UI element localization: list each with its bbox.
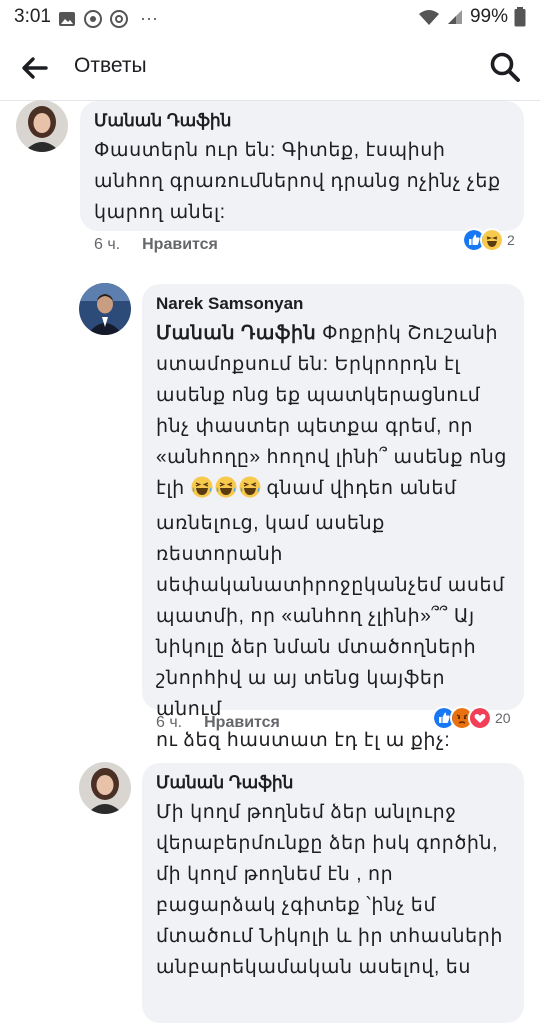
avatar[interactable] <box>16 100 68 152</box>
comment-line: Մի կողմ թողնեմ ձեր անլուրջ <box>156 802 457 823</box>
comment-author[interactable]: Narek Samsonyan <box>156 294 510 314</box>
comment-bubble: Մանան Դաֆին Մի կողմ թողնեմ ձեր անլուրջ վ… <box>142 763 524 1023</box>
reaction-count: 20 <box>495 710 511 726</box>
comment-line: «անհողը» հողով լինի՞ ասենք ոնց <box>156 447 508 468</box>
comment-line: բացարձակ չգիտեք ՝ինչ եմ <box>156 895 437 916</box>
comment-meta: 6 ч. Нравится <box>94 236 218 254</box>
status-bar: 3:01 ··· 99% <box>0 0 540 34</box>
love-reaction-icon <box>468 706 492 730</box>
battery-icon <box>514 7 526 27</box>
comment-line: մի կողմ թողնեմ էն , որ <box>156 864 394 885</box>
like-button[interactable]: Нравится <box>204 714 280 732</box>
app-header: Ответы <box>0 34 540 101</box>
gallery-icon <box>59 11 75 26</box>
signal-icon <box>447 10 462 24</box>
comment-text: Մանան Դաֆին Փոքրիկ Շուշանի ստամոքսում են… <box>156 318 510 756</box>
page-title: Ответы <box>74 54 147 77</box>
comment-time[interactable]: 6 ч. <box>156 714 182 732</box>
comment-time[interactable]: 6 ч. <box>94 236 120 254</box>
laughing-emoji-icon <box>239 476 261 508</box>
chrome-icon <box>110 9 128 28</box>
comment-line: անհող գրառումներով դրանց ոչինչ չեք <box>94 171 501 192</box>
comment-line: ինչ փաստեր պետքա գրեմ, որ <box>156 416 474 437</box>
battery-level: 99% <box>469 6 508 27</box>
comment-line: ասենք ոնց եք պատկերացնում <box>156 385 481 406</box>
comment-line: առնելուց, կամ ասենք <box>156 513 385 534</box>
comment-bubble: Narek Samsonyan Մանան Դաֆին Փոքրիկ Շուշա… <box>142 284 524 751</box>
comment-text: Մի կողմ թողնեմ ձեր անլուրջ վերաբերմունքը… <box>156 797 510 983</box>
status-system-icons: 99% <box>418 6 526 28</box>
comment-line: անբարեկամական ասելով, ես <box>156 957 472 978</box>
comment-line: էլի գնամ վիդեո անեմ <box>156 473 510 508</box>
viber-icon <box>84 9 102 28</box>
comment-line: Փաստերն ուր են: Գիտեք, էսպիսի <box>94 140 446 161</box>
comment-line: նիկոլը ձեր նման մտածողների <box>156 637 477 658</box>
comment-line: վերաբերմունքը ձեր իսկ գործին, <box>156 833 499 854</box>
haha-reaction-icon <box>480 228 504 252</box>
reaction-summary[interactable]: 2 <box>462 228 515 252</box>
avatar[interactable] <box>79 283 131 335</box>
more-notifications-icon: ··· <box>140 8 158 28</box>
comment-line: պատմի, որ «անհող չլինի»՞՞ Այ <box>156 606 475 627</box>
comment-author[interactable]: Մանան Դաֆին <box>156 773 510 793</box>
comment-author[interactable]: Մանան Դաֆին <box>94 111 510 131</box>
laughing-emoji-icon <box>215 476 237 508</box>
status-time: 3:01 <box>14 6 51 27</box>
wifi-icon <box>418 10 439 25</box>
comment-line: ռեստորանի <box>156 544 283 565</box>
comment-line: կարող անել: <box>94 202 226 223</box>
laughing-emoji-icon <box>191 476 213 508</box>
avatar[interactable] <box>79 762 131 814</box>
comment-line: մտածում Նիկոլի և իր տհասների <box>156 926 504 947</box>
like-button[interactable]: Нравится <box>142 236 218 254</box>
comment-line: Մանան Դաֆին Փոքրիկ Շուշանի <box>156 323 499 344</box>
comment-text: Փաստերն ուր են: Գիտեք, էսպիսի անհող գրառ… <box>94 135 510 228</box>
mention-link[interactable]: Մանան Դաֆին <box>156 323 316 344</box>
status-notification-icons: ··· <box>58 8 158 29</box>
search-icon[interactable] <box>488 50 522 84</box>
reaction-count: 2 <box>507 232 515 248</box>
back-arrow-icon[interactable] <box>18 52 50 84</box>
reaction-summary[interactable]: 20 <box>432 706 511 730</box>
comment-bubble: Մանան Դաֆին Փաստերն ուր են: Գիտեք, էսպիս… <box>80 101 524 231</box>
comment-line: սեփականատիրոջըկանչեմ ասեմ <box>156 575 505 596</box>
comment-meta: 6 ч. Нравится <box>156 714 280 732</box>
comment-line: ստամոքսում են: Երկրորդն էլ <box>156 354 461 375</box>
